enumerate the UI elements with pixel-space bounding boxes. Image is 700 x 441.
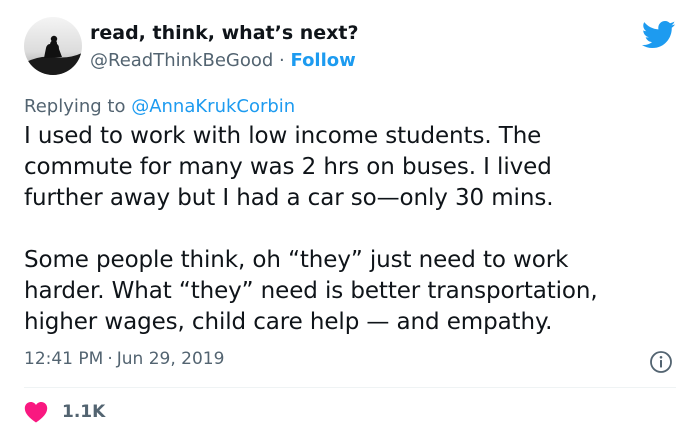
tweet-text: I used to work with low income students.… (24, 123, 598, 335)
author-handle[interactable]: @ReadThinkBeGood (90, 50, 273, 71)
reply-handle-link[interactable]: @AnnaKrukCorbin (131, 96, 295, 117)
separator-dot: · (279, 50, 285, 71)
replying-to: Replying to @AnnaKrukCorbin (24, 96, 295, 117)
follow-button[interactable]: Follow (291, 50, 356, 71)
replying-to-label: Replying to (24, 96, 132, 117)
tweet-timestamp[interactable]: 12:41 PM · Jun 29, 2019 (24, 349, 224, 369)
author-handle-row: @ReadThinkBeGood · Follow (90, 50, 356, 71)
like-count: 1.1K (62, 402, 106, 422)
tweet-time: 12:41 PM (24, 349, 104, 369)
info-icon[interactable] (649, 350, 673, 374)
divider (24, 387, 676, 388)
tweet-card: read, think, what’s next? @ReadThinkBeGo… (0, 0, 700, 441)
tweet-date: Jun 29, 2019 (116, 349, 225, 369)
timestamp-separator: · (107, 349, 113, 369)
avatar-image (24, 17, 82, 75)
twitter-bird-icon[interactable] (642, 20, 676, 50)
like-button[interactable]: 1.1K (24, 400, 105, 424)
avatar[interactable] (24, 17, 82, 75)
author-display-name[interactable]: read, think, what’s next? (90, 22, 359, 44)
heart-icon (24, 402, 48, 423)
